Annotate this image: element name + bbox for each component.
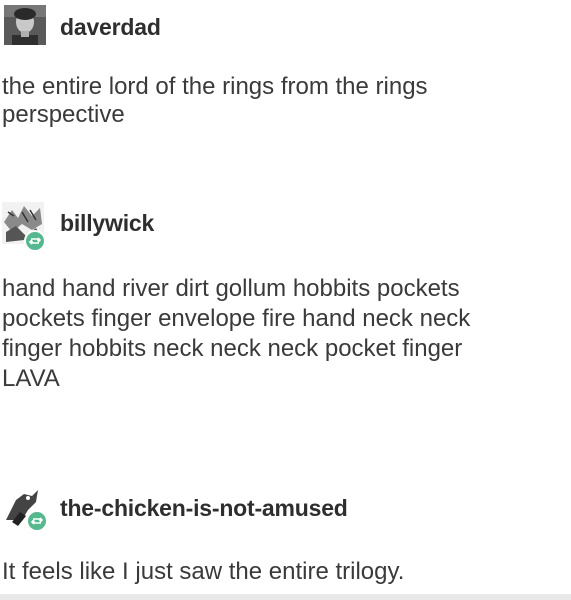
post-header: billywick [0, 202, 571, 252]
post-header: the-chicken-is-not-amused [0, 486, 571, 532]
post-the-chicken-is-not-amused: the-chicken-is-not-amused It feels like … [0, 486, 571, 586]
reblog-icon [30, 517, 44, 525]
post-daverdad: daverdad the entire lord of the rings fr… [0, 5, 571, 129]
reblog-badge [24, 230, 46, 252]
username[interactable]: the-chicken-is-not-amused [60, 495, 348, 522]
avatar[interactable] [4, 5, 48, 49]
post-body: hand hand river dirt gollum hobbits pock… [0, 274, 571, 394]
post-line: It feels like I just saw the entire tril… [2, 558, 405, 585]
post-body: the entire lord of the rings from the ri… [0, 73, 571, 129]
avatar[interactable] [2, 202, 46, 252]
username[interactable]: billywick [60, 210, 154, 237]
post-line: perspective [2, 101, 125, 128]
post-line: LAVA [2, 365, 60, 392]
post-billywick: billywick hand hand river dirt gollum ho… [0, 202, 571, 394]
post-line: pockets finger envelope fire hand neck n… [2, 305, 471, 332]
username[interactable]: daverdad [60, 14, 161, 41]
post-line: finger hobbits neck neck neck pocket fin… [2, 335, 463, 362]
post-line: hand hand river dirt gollum hobbits pock… [2, 275, 460, 302]
post-body: It feels like I just saw the entire tril… [0, 558, 571, 586]
avatar[interactable] [2, 486, 48, 532]
post-header: daverdad [0, 5, 571, 49]
bottom-divider [0, 594, 571, 600]
person-photo-icon [4, 5, 46, 45]
post-line: the entire lord of the rings from the ri… [2, 73, 428, 100]
reblog-icon [28, 237, 42, 245]
reblog-badge [26, 510, 48, 532]
